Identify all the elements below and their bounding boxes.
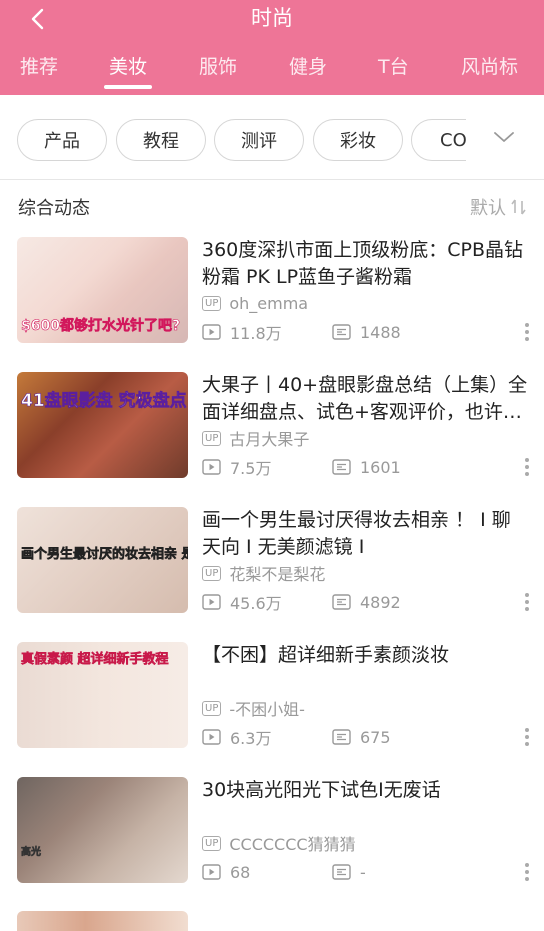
next-video-thumbnail	[17, 911, 188, 931]
view-count: 7.5万	[202, 455, 332, 479]
thumbnail-caption: 画个男生最讨厌的妆去相亲 是种怎样的体验?	[21, 547, 188, 563]
video-stats: 45.6万 4892	[202, 591, 401, 613]
uploader-row[interactable]: UP -不困小姐-	[202, 698, 305, 719]
up-badge: UP	[202, 430, 222, 446]
video-thumbnail[interactable]: 画个男生最讨厌的妆去相亲 是种怎样的体验?	[17, 507, 188, 613]
danmaku-icon	[332, 594, 351, 610]
uploader-name: 花梨不是梨花	[229, 565, 326, 584]
video-item[interactable]: $600都够打水光针了吧? 360度深扒市面上顶级粉底：CPB晶钻粉霜 PK L…	[0, 237, 544, 347]
play-icon	[202, 459, 221, 475]
tab-runway[interactable]: T台	[378, 52, 409, 82]
thumbnail-caption: 41盘眼影盘 究极盘点	[21, 391, 187, 412]
more-vertical-icon[interactable]	[524, 863, 530, 883]
uploader-row[interactable]: UP oh_emma	[202, 293, 308, 313]
video-thumbnail[interactable]: 高光	[17, 777, 188, 883]
danmaku-count-value: 1488	[360, 322, 401, 342]
video-stats: 6.3万 675	[202, 726, 391, 748]
video-stats: 7.5万 1601	[202, 456, 401, 478]
uploader-name: 古月大果子	[229, 430, 310, 449]
section-title: 综合动态	[18, 198, 90, 219]
view-count: 68	[202, 863, 332, 882]
next-item-peek	[0, 905, 544, 931]
play-icon	[202, 324, 221, 340]
play-icon	[202, 864, 221, 880]
chevron-down-icon[interactable]	[492, 125, 516, 149]
sort-icon	[511, 199, 526, 215]
uploader-row[interactable]: UP 古月大果子	[202, 428, 310, 449]
video-title[interactable]: 大果子丨40+盘眼影盘总结（上集）全面详细盘点、试色+客观评价，也许能帮你挑选心…	[202, 372, 528, 426]
up-badge: UP	[202, 295, 222, 311]
section-header: 综合动态 默认	[0, 190, 544, 226]
play-icon	[202, 729, 221, 745]
filter-chip-bar: 产品 教程 测评 彩妆 CO	[0, 95, 544, 180]
danmaku-count: 1601	[332, 458, 401, 477]
thumbnail-caption: $600都够打水光针了吧?	[21, 318, 181, 335]
tab-makeup[interactable]: 美妆	[109, 52, 147, 82]
more-vertical-icon[interactable]	[524, 458, 530, 478]
video-stats: 68 -	[202, 861, 366, 883]
video-item[interactable]: 真假素颜 超详细新手教程 【不困】超详细新手素颜淡妆 UP -不困小姐- 6.3…	[0, 642, 544, 752]
video-item[interactable]: 高光 30块高光阳光下试色I无废话 UP CCCCCCC猜猜猜 68 -	[0, 777, 544, 887]
chip-review[interactable]: 测评	[214, 119, 304, 161]
view-count-value: 45.6万	[230, 594, 282, 613]
danmaku-count-value: -	[360, 862, 366, 882]
page-title: 时尚	[251, 6, 293, 30]
uploader-name: -不困小姐-	[229, 700, 305, 719]
chip-color-makeup[interactable]: 彩妆	[313, 119, 403, 161]
view-count: 11.8万	[202, 320, 332, 344]
sort-button[interactable]: 默认	[470, 194, 528, 220]
video-title[interactable]: 360度深扒市面上顶级粉底：CPB晶钻粉霜 PK LP蓝鱼子酱粉霜	[202, 237, 528, 291]
tab-fitness[interactable]: 健身	[289, 52, 327, 82]
view-count-value: 7.5万	[230, 459, 272, 478]
danmaku-count: 675	[332, 728, 391, 747]
uploader-name: CCCCCCC猜猜猜	[229, 835, 356, 854]
danmaku-icon	[332, 459, 351, 475]
video-thumbnail[interactable]: 真假素颜 超详细新手教程	[17, 642, 188, 748]
danmaku-count: 4892	[332, 593, 401, 612]
video-title[interactable]: 30块高光阳光下试色I无废话	[202, 777, 528, 804]
more-vertical-icon[interactable]	[524, 728, 530, 748]
view-count: 6.3万	[202, 725, 332, 749]
view-count: 45.6万	[202, 590, 332, 614]
active-tab-indicator	[104, 85, 152, 89]
play-icon	[202, 594, 221, 610]
thumbnail-caption: 真假素颜 超详细新手教程	[21, 652, 169, 668]
uploader-row[interactable]: UP CCCCCCC猜猜猜	[202, 833, 356, 854]
up-badge: UP	[202, 565, 222, 581]
danmaku-count-value: 675	[360, 727, 391, 747]
up-badge: UP	[202, 700, 222, 716]
app-header: 时尚 推荐 美妆 服饰 健身 T台 风尚标	[0, 0, 544, 95]
danmaku-count-value: 4892	[360, 592, 401, 612]
danmaku-icon	[332, 729, 351, 745]
video-thumbnail[interactable]: $600都够打水光针了吧?	[17, 237, 188, 343]
video-title[interactable]: 【不困】超详细新手素颜淡妆	[202, 642, 528, 669]
video-item[interactable]: 画个男生最讨厌的妆去相亲 是种怎样的体验? 画一个男生最讨厌得妆去相亲 ！ I …	[0, 507, 544, 617]
view-count-value: 11.8万	[230, 324, 282, 343]
uploader-row[interactable]: UP 花梨不是梨花	[202, 563, 326, 584]
more-vertical-icon[interactable]	[524, 323, 530, 343]
uploader-name: oh_emma	[229, 293, 309, 313]
sort-label: 默认	[470, 198, 506, 219]
chip-tutorial[interactable]: 教程	[116, 119, 206, 161]
danmaku-count: 1488	[332, 323, 401, 342]
danmaku-icon	[332, 864, 351, 880]
view-count-value: 68	[230, 862, 251, 882]
video-item[interactable]: 41盘眼影盘 究极盘点 大果子丨40+盘眼影盘总结（上集）全面详细盘点、试色+客…	[0, 372, 544, 482]
tab-trend[interactable]: 风尚标	[461, 52, 518, 82]
video-title[interactable]: 画一个男生最讨厌得妆去相亲 ！ I 聊天向 I 无美颜滤镜 I	[202, 507, 528, 561]
view-count-value: 6.3万	[230, 729, 272, 748]
danmaku-count: -	[332, 863, 366, 882]
tab-apparel[interactable]: 服饰	[199, 52, 237, 82]
thumbnail-caption: 高光	[21, 847, 42, 859]
category-tabs: 推荐 美妆 服饰 健身 T台 风尚标	[0, 52, 544, 86]
video-stats: 11.8万 1488	[202, 321, 401, 343]
up-badge: UP	[202, 835, 222, 851]
tab-recommend[interactable]: 推荐	[20, 52, 58, 82]
video-thumbnail[interactable]: 41盘眼影盘 究极盘点	[17, 372, 188, 478]
danmaku-icon	[332, 324, 351, 340]
more-vertical-icon[interactable]	[524, 593, 530, 613]
danmaku-count-value: 1601	[360, 457, 401, 477]
chip-product[interactable]: 产品	[17, 119, 107, 161]
